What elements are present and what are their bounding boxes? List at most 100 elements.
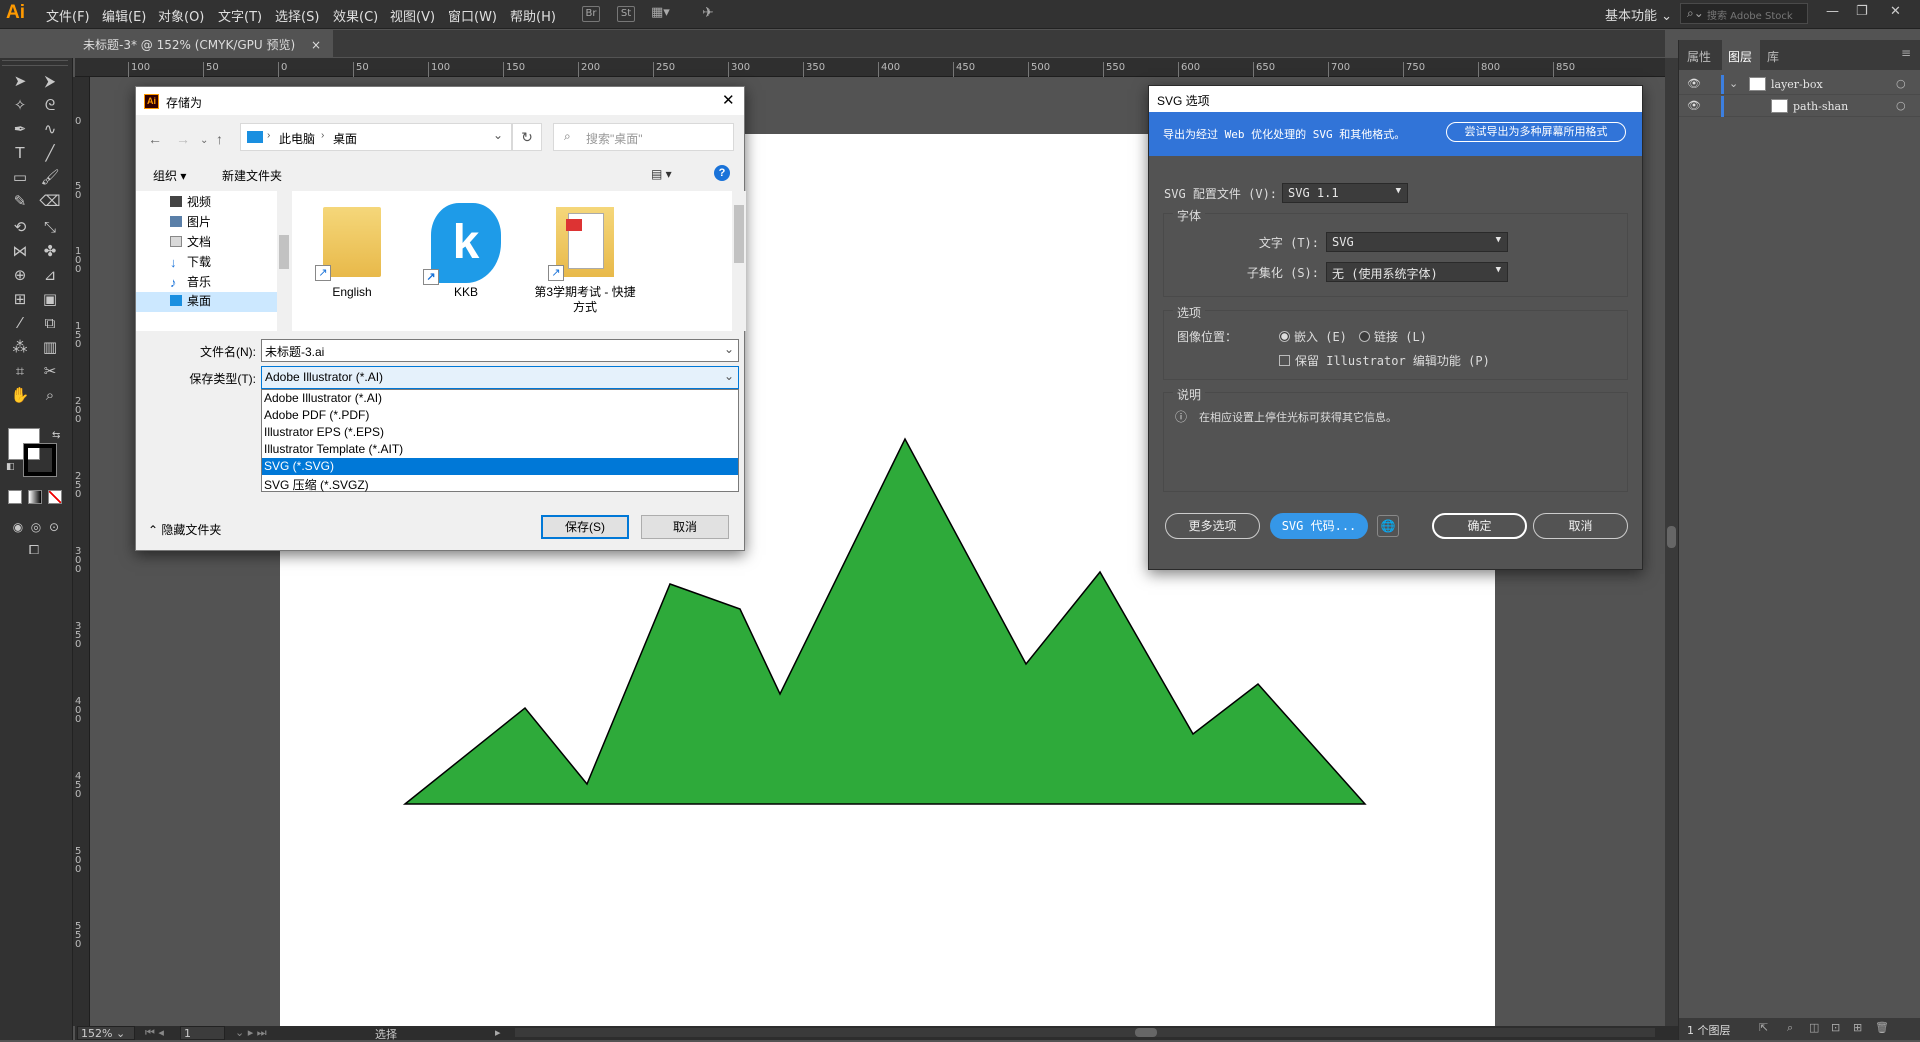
tree-scrollbar[interactable]	[277, 191, 291, 331]
gradient-tool-icon[interactable]: ▣	[38, 288, 62, 310]
view-options-icon[interactable]: ▤ ▾	[651, 167, 672, 181]
direct-selection-tool-icon[interactable]: ⮞	[38, 70, 62, 92]
scale-tool-icon[interactable]: ⤡	[38, 216, 62, 238]
layer-row[interactable]: 👁 ⌄ layer-box ○	[1679, 74, 1920, 95]
file-scroll-thumb[interactable]	[734, 205, 744, 263]
next-artboard-icon[interactable]: ⌄ ▸ ⏭	[235, 1026, 267, 1040]
filetype-dropdown-icon[interactable]: ⌄	[724, 369, 734, 383]
subset-select[interactable]: 无 (使用系统字体) ▼	[1326, 262, 1508, 282]
embed-radio[interactable]: 嵌入 (E)	[1279, 328, 1347, 345]
eraser-tool-icon[interactable]: ⌫	[38, 190, 62, 212]
menu-object[interactable]: 对象(O)	[158, 6, 204, 25]
forward-icon[interactable]: →	[176, 131, 190, 147]
close-icon[interactable]: ✕	[722, 91, 735, 109]
vertical-scrollbar[interactable]	[1665, 58, 1678, 1026]
bridge-icon[interactable]: Br	[582, 6, 600, 22]
delete-layer-icon[interactable]: 🗑	[1875, 1021, 1889, 1034]
help-icon[interactable]: ?	[714, 165, 730, 181]
selection-tool-icon[interactable]: ➤	[8, 70, 32, 92]
link-radio[interactable]: 链接 (L)	[1359, 328, 1427, 345]
workspace-switcher[interactable]: 基本功能 ⌄	[1605, 5, 1672, 24]
tree-item-desktop[interactable]: 桌面	[136, 292, 286, 312]
horizontal-scrollbar[interactable]	[515, 1028, 1655, 1037]
new-sublayer-icon[interactable]: ⊡	[1831, 1021, 1840, 1034]
swap-colors-icon[interactable]: ⇆	[52, 430, 60, 441]
tree-item-videos[interactable]: 视频	[170, 193, 211, 213]
tree-scroll-thumb[interactable]	[279, 235, 289, 269]
new-layer-icon[interactable]: ⊞	[1853, 1021, 1862, 1034]
filetype-select[interactable]: Adobe Illustrator (*.AI) ⌄	[261, 366, 739, 389]
perspective-grid-tool-icon[interactable]: ⊿	[38, 264, 62, 286]
locate-object-icon[interactable]: ⌕	[1787, 1021, 1793, 1035]
status-menu-icon[interactable]: ▸	[495, 1026, 501, 1039]
slice-tool-icon[interactable]: ✂	[38, 360, 62, 382]
visibility-eye-icon[interactable]: 👁	[1687, 77, 1701, 90]
panel-menu-icon[interactable]: ≡	[1901, 46, 1911, 60]
filename-dropdown-icon[interactable]: ⌄	[724, 342, 734, 356]
panel-grip[interactable]	[2, 60, 68, 66]
screen-mode-icon[interactable]: ⧠	[22, 540, 46, 562]
filetype-option[interactable]: Adobe PDF (*.PDF)	[262, 407, 738, 424]
tab-layers[interactable]: 图层	[1728, 48, 1752, 65]
rotate-tool-icon[interactable]: ⟲	[8, 216, 32, 238]
menu-select[interactable]: 选择(S)	[275, 6, 319, 25]
more-options-button[interactable]: 更多选项	[1165, 513, 1260, 539]
ok-button[interactable]: 确定	[1432, 513, 1527, 539]
scroll-thumb[interactable]	[1667, 526, 1676, 548]
filetype-option[interactable]: SVG (*.SVG)	[262, 458, 738, 475]
stock-search-input[interactable]: ⌕⌄ 搜索 Adobe Stock	[1680, 3, 1808, 24]
paintbrush-tool-icon[interactable]: 🖌	[38, 166, 62, 188]
cancel-button[interactable]: 取消	[1533, 513, 1628, 539]
eyedropper-tool-icon[interactable]: ⁄	[8, 312, 32, 334]
tab-libraries[interactable]: 库	[1767, 48, 1779, 65]
minimize-icon[interactable]: —	[1826, 4, 1839, 19]
draw-inside-icon[interactable]: ⊙	[42, 516, 66, 538]
organize-button[interactable]: 组织 ▾	[153, 167, 186, 184]
file-item[interactable]: k ↗ KKB	[416, 199, 516, 329]
save-button[interactable]: 保存(S)	[541, 515, 629, 539]
filename-input[interactable]: 未标题-3.ai ⌄	[261, 339, 739, 362]
tab-close-icon[interactable]: ×	[311, 38, 321, 52]
svg-code-button[interactable]: SVG 代码...	[1270, 513, 1368, 539]
menu-help[interactable]: 帮助(H)	[510, 6, 556, 25]
tree-item-pictures[interactable]: 图片	[170, 213, 211, 233]
filetype-option[interactable]: SVG 压缩 (*.SVGZ)	[262, 475, 738, 492]
preserve-editing-checkbox[interactable]: 保留 Illustrator 编辑功能 (P)	[1279, 352, 1490, 369]
pen-tool-icon[interactable]: ✒	[8, 118, 32, 140]
stock-icon[interactable]: St	[617, 6, 635, 22]
tab-properties[interactable]: 属性	[1687, 48, 1711, 65]
export-for-screens-button[interactable]: 尝试导出为多种屏幕所用格式	[1446, 122, 1626, 142]
gradient-mode-icon[interactable]	[28, 490, 42, 504]
new-folder-button[interactable]: 新建文件夹	[222, 167, 282, 184]
target-circle-icon[interactable]: ○	[1896, 99, 1906, 112]
curvature-tool-icon[interactable]: ∿	[38, 118, 62, 140]
layer-row[interactable]: 👁 path-shan ○	[1679, 96, 1920, 117]
zoom-field[interactable]: 152% ⌄	[77, 1026, 135, 1040]
cancel-button[interactable]: 取消	[641, 515, 729, 539]
recent-dropdown-icon[interactable]: ⌄	[200, 135, 208, 146]
document-tab[interactable]: 未标题-3* @ 152% (CMYK/GPU 预览) ×	[75, 30, 334, 57]
file-item[interactable]: ↗ English	[302, 199, 402, 329]
menu-type[interactable]: 文字(T)	[218, 6, 262, 25]
width-tool-icon[interactable]: ⋈	[8, 240, 32, 262]
breadcrumb-desktop[interactable]: 桌面	[333, 130, 357, 147]
publish-icon[interactable]: ✈	[699, 6, 717, 22]
filetype-option[interactable]: Adobe Illustrator (*.AI)	[262, 390, 738, 407]
shaper-tool-icon[interactable]: ✎	[8, 190, 32, 212]
layer-name[interactable]: layer-box	[1771, 78, 1823, 91]
menu-window[interactable]: 窗口(W)	[448, 6, 497, 25]
expand-chevron-icon[interactable]: ⌄	[1729, 77, 1738, 90]
web-preview-icon[interactable]: 🌐	[1377, 515, 1399, 537]
hscroll-thumb[interactable]	[1135, 1028, 1157, 1037]
none-mode-icon[interactable]	[48, 490, 62, 504]
font-type-select[interactable]: SVG ▼	[1326, 232, 1508, 252]
rectangle-tool-icon[interactable]: ▭	[8, 166, 32, 188]
arrange-documents-icon[interactable]: ▦▾	[651, 6, 670, 22]
lasso-tool-icon[interactable]: ᘓ	[38, 94, 62, 116]
color-mode-icon[interactable]	[8, 490, 22, 504]
puppet-warp-tool-icon[interactable]: ✤	[38, 240, 62, 262]
clipping-mask-icon[interactable]: ◫	[1809, 1021, 1819, 1034]
address-bar[interactable]: › 此电脑 › 桌面 ⌄	[240, 123, 512, 151]
stroke-color-swatch[interactable]	[23, 443, 57, 477]
line-tool-icon[interactable]: ╱	[38, 142, 62, 164]
